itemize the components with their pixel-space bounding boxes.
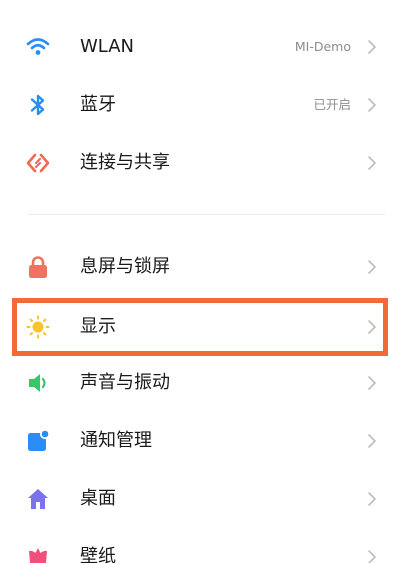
settings-item-lock-screen[interactable]: 息屏与锁屏	[0, 238, 413, 296]
section-divider	[28, 214, 385, 215]
settings-item-label: 通知管理	[80, 430, 152, 451]
settings-item-label: 连接与共享	[80, 152, 170, 173]
wifi-icon	[26, 35, 50, 59]
lock-icon	[26, 255, 50, 279]
settings-item-notifications[interactable]: 通知管理	[0, 412, 413, 470]
chevron-right-icon	[368, 376, 376, 390]
settings-item-value: 已开启	[313, 97, 351, 112]
settings-item-sound-vibration[interactable]: 声音与振动	[0, 354, 413, 412]
settings-item-wallpaper[interactable]: 壁纸	[0, 528, 413, 563]
chevron-right-icon	[368, 550, 376, 563]
settings-item-label: 声音与振动	[80, 372, 170, 393]
chevron-right-icon	[368, 260, 376, 274]
notification-icon	[26, 429, 50, 453]
settings-item-connection-share[interactable]: 连接与共享	[0, 134, 413, 192]
chevron-right-icon	[368, 40, 376, 54]
settings-item-bluetooth[interactable]: 蓝牙 已开启	[0, 76, 413, 134]
settings-item-label: 显示	[80, 316, 116, 337]
bluetooth-icon	[26, 93, 50, 117]
chevron-right-icon	[368, 492, 376, 506]
settings-item-label: 壁纸	[80, 546, 116, 563]
wallpaper-icon	[26, 545, 50, 563]
chevron-right-icon	[368, 320, 376, 334]
home-icon	[26, 487, 50, 511]
chevron-right-icon	[368, 156, 376, 170]
settings-item-label: WLAN	[80, 36, 135, 57]
settings-item-label: 息屏与锁屏	[80, 256, 170, 277]
settings-item-display[interactable]: 显示	[0, 298, 413, 356]
chevron-right-icon	[368, 98, 376, 112]
settings-item-label: 蓝牙	[80, 94, 116, 115]
settings-item-wlan[interactable]: WLAN MI-Demo	[0, 18, 413, 76]
sun-icon	[26, 315, 50, 339]
settings-item-value: MI-Demo	[294, 39, 351, 54]
chevron-right-icon	[368, 434, 376, 448]
settings-item-label: 桌面	[80, 488, 116, 509]
speaker-icon	[26, 371, 50, 395]
connection-share-icon	[26, 151, 50, 175]
settings-item-home-screen[interactable]: 桌面	[0, 470, 413, 528]
settings-screen: WLAN MI-Demo 蓝牙 已开启 连接与共享 息屏与锁屏 显示 声音与振动…	[0, 0, 413, 563]
